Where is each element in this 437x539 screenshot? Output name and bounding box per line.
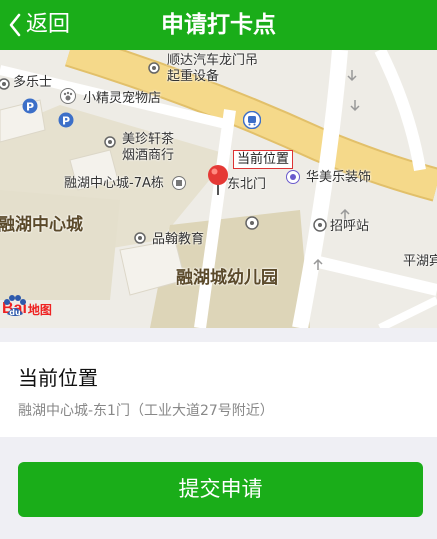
chevron-left-icon xyxy=(8,8,26,42)
map-label: 顺达汽车龙门吊 xyxy=(167,53,259,68)
map-label: 烟酒商行 xyxy=(122,148,175,163)
map-label: 美珍轩茶 xyxy=(122,132,175,147)
submit-button[interactable]: 提交申请 xyxy=(18,462,423,517)
baidu-map-logo: Bai du 地图 xyxy=(2,294,52,324)
map-view[interactable]: P P 顺达汽车龙门吊 起重设备 多乐士 小精灵宠物店 美珍轩茶 烟酒商行 融湖… xyxy=(0,50,437,328)
location-address: 融湖中心城-东1门（工业大道27号附近） xyxy=(18,403,274,419)
map-label: 东北门 xyxy=(227,177,267,192)
svg-text:du: du xyxy=(9,308,21,317)
map-label: 品翰教育 xyxy=(152,232,205,247)
back-label: 返回 xyxy=(26,12,71,37)
map-label: 融湖中心城-7A栋 xyxy=(64,176,164,191)
location-info-card: 当前位置 融湖中心城-东1门（工业大道27号附近） xyxy=(0,342,437,437)
svg-text:P: P xyxy=(26,101,34,114)
map-label: 华美乐装饰 xyxy=(306,170,372,185)
map-label: 融湖城幼儿园 xyxy=(176,268,278,288)
map-label: 多乐士 xyxy=(13,75,53,90)
map-label: 小精灵宠物店 xyxy=(83,91,162,106)
svg-text:P: P xyxy=(62,115,70,128)
back-button[interactable]: 返回 xyxy=(8,8,70,42)
top-bar: 返回 申请打卡点 xyxy=(0,0,437,50)
map-label: 招呼站 xyxy=(330,219,370,234)
baidu-logo-map-text: 地图 xyxy=(27,302,52,317)
location-title: 当前位置 xyxy=(18,366,98,390)
map-label: 平湖宾 xyxy=(403,254,437,269)
current-location-tag: 当前位置 xyxy=(233,150,294,169)
map-label: 起重设备 xyxy=(167,69,220,84)
map-label: 融湖中心城 xyxy=(0,215,83,235)
